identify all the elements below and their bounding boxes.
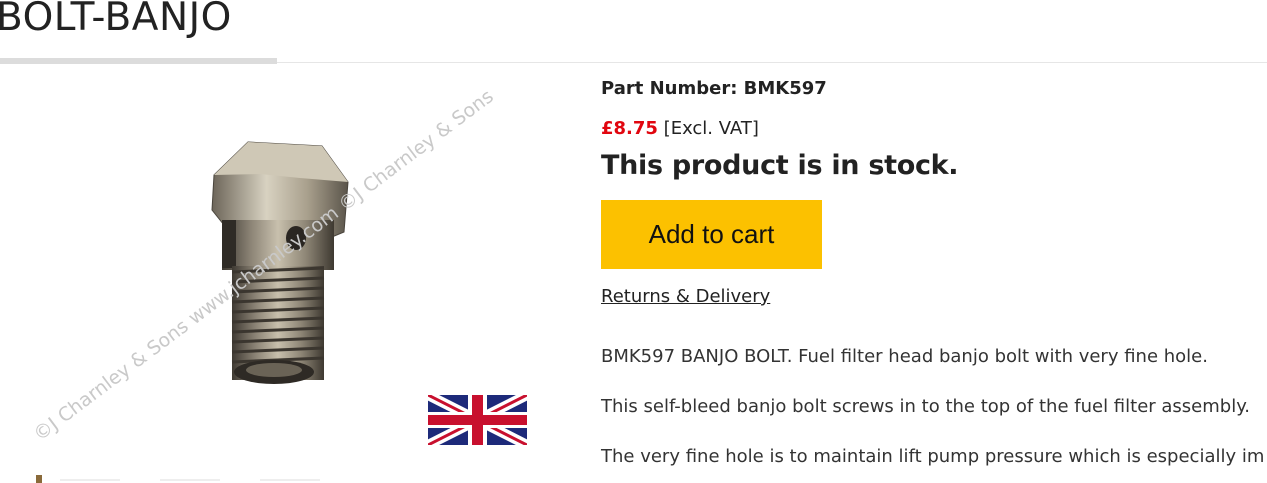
product-image-panel[interactable]: ©J Charnley & Sons www.jcharnley.com ©J … bbox=[0, 70, 560, 483]
part-number: Part Number: BMK597 bbox=[601, 78, 827, 99]
vat-note: [Excl. VAT] bbox=[663, 118, 759, 139]
description-paragraph: BMK597 BANJO BOLT. Fuel filter head banj… bbox=[601, 346, 1208, 367]
price: £8.75 bbox=[601, 118, 658, 139]
returns-delivery-link[interactable]: Returns & Delivery bbox=[601, 286, 770, 307]
add-to-cart-button[interactable]: Add to cart bbox=[601, 200, 822, 269]
stock-status: This product is in stock. bbox=[601, 150, 959, 181]
price-line: £8.75 [Excl. VAT] bbox=[601, 118, 759, 139]
page-title: BOLT-BANJO bbox=[0, 0, 232, 40]
product-details: Part Number: BMK597 £8.75 [Excl. VAT] Th… bbox=[601, 0, 1267, 483]
description-paragraph: The very fine hole is to maintain lift p… bbox=[601, 446, 1265, 467]
title-underline bbox=[0, 58, 277, 64]
made-in-uk-flag-icon bbox=[428, 395, 527, 445]
description-paragraph: This self-bleed banjo bolt screws in to … bbox=[601, 396, 1251, 417]
